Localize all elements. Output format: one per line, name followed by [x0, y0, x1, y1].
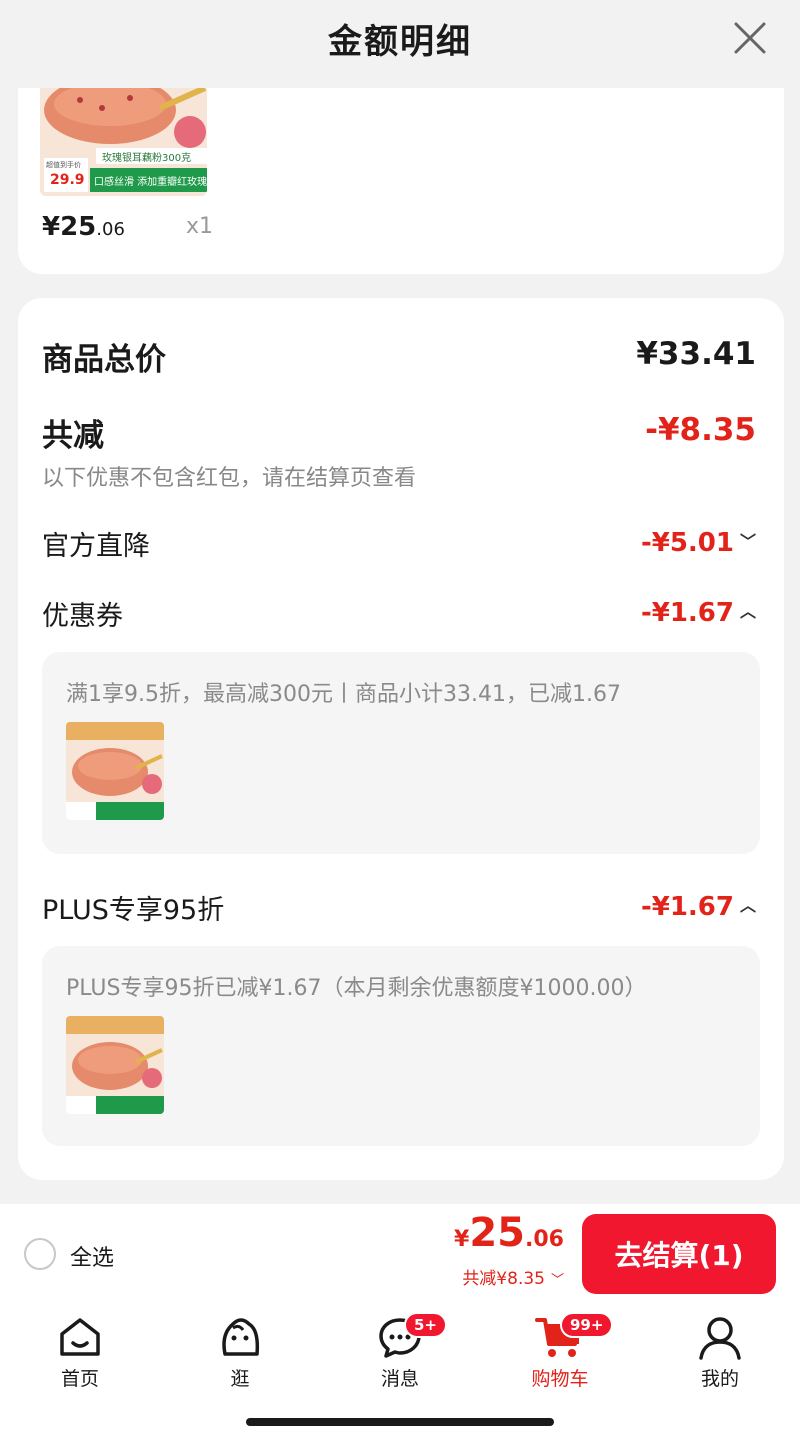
chevron-down-icon: ﹀ [739, 532, 756, 551]
nav-label-browse: 逛 [230, 1368, 250, 1390]
chevron-up-icon: ︿ [739, 602, 756, 621]
select-all-label[interactable]: 全选 [70, 1240, 114, 1272]
chevron-up-icon: ︿ [739, 896, 756, 915]
plus-product-thumb [66, 1016, 164, 1114]
nav-label-home: 首页 [60, 1368, 99, 1390]
nav-label-profile: 我的 [700, 1368, 739, 1390]
official-discount-value: -¥5.01 [640, 528, 734, 558]
discount-note: 以下优惠不包含红包，请在结算页查看 [42, 466, 417, 491]
total-label: 商品总价 [42, 342, 166, 378]
nav-item-messages[interactable]: 消息 5+ [340, 1312, 460, 1398]
product-image-caption: 玫瑰银耳藕粉300克 [102, 153, 192, 164]
coupon-product-thumb [66, 722, 164, 820]
checkout-reduce-text: 共减¥8.35 [462, 1269, 545, 1289]
home-icon [60, 1318, 100, 1356]
page-title: 金额明细 [328, 22, 472, 62]
product-price-dec: .06 [96, 219, 125, 240]
plus-discount-label: PLUS专享95折 [42, 895, 225, 926]
nav-item-cart[interactable]: 购物车 99+ [500, 1312, 620, 1398]
plus-discount-value: -¥1.67 [640, 892, 734, 922]
product-card: 玫瑰银耳藕粉300克 口感丝滑 添加重瓣红玫瑰 超值到手价 29.9 ¥25.0… [18, 88, 784, 274]
chevron-down-icon: ﹀ [550, 1273, 564, 1288]
price-detail-card: 商品总价 ¥33.41 共减 -¥8.35 以下优惠不包含红包，请在结算页查看 … [18, 298, 784, 1180]
product-image-price: 29.9 [50, 172, 85, 188]
profile-icon [699, 1317, 741, 1360]
home-indicator[interactable] [246, 1418, 554, 1426]
checkout-total-price: ¥25.06 [454, 1210, 564, 1256]
nav-item-home[interactable]: 首页 [20, 1314, 140, 1398]
amount-detail-page: 金额明细 玫瑰银耳藕粉300克 口感丝滑 添加重瓣红玫瑰 超值到手价 29.9 … [0, 0, 800, 1440]
product-image-price-label: 超值到手价 [46, 161, 81, 169]
checkout-price-int: 25 [469, 1210, 526, 1256]
plus-detail-box: PLUS专享95折已减¥1.67（本月剩余优惠额度¥1000.00） [42, 946, 760, 1146]
plus-detail-text: PLUS专享95折已减¥1.67（本月剩余优惠额度¥1000.00） [66, 976, 647, 1001]
checkout-reduce[interactable]: 共减¥8.35 ﹀ [462, 1264, 564, 1289]
coupon-detail-text: 满1享9.5折，最高减300元丨商品小计33.41，已减1.67 [66, 682, 621, 707]
product-qty: x1 [186, 214, 214, 239]
header: 金额明细 [0, 0, 800, 88]
browse-icon [222, 1318, 260, 1356]
checkout-price-dec: .06 [525, 1227, 564, 1252]
nav-label-cart: 购物车 [531, 1368, 589, 1390]
close-icon[interactable] [728, 16, 772, 60]
select-all-radio[interactable] [24, 1238, 56, 1270]
product-price: ¥25.06 [42, 212, 125, 242]
official-discount-label: 官方直降 [42, 531, 150, 562]
official-discount-row[interactable]: -¥5.01 ﹀ [641, 528, 756, 558]
plus-discount-row[interactable]: -¥1.67 ︿ [641, 892, 756, 922]
reduce-label: 共减 [42, 418, 104, 454]
nav-item-browse[interactable]: 逛 [180, 1314, 300, 1398]
reduce-value: -¥8.35 [645, 412, 756, 448]
coupon-detail-box: 满1享9.5折，最高减300元丨商品小计33.41，已减1.67 [42, 652, 760, 854]
checkout-button[interactable]: 去结算(1) [582, 1214, 776, 1294]
cart-badge: 99+ [560, 1312, 614, 1338]
product-price-int: ¥25 [42, 212, 97, 242]
coupon-row[interactable]: -¥1.67 ︿ [641, 598, 756, 628]
messages-badge: 5+ [404, 1312, 448, 1338]
nav-item-profile[interactable]: 我的 [660, 1314, 780, 1398]
coupon-label: 优惠券 [42, 601, 123, 632]
product-image-slogan: 口感丝滑 添加重瓣红玫瑰 [94, 177, 207, 188]
total-value: ¥33.41 [636, 336, 756, 372]
checkout-yen: ¥ [454, 1227, 470, 1252]
coupon-value: -¥1.67 [640, 598, 734, 628]
nav-label-messages: 消息 [380, 1368, 419, 1390]
product-image[interactable]: 玫瑰银耳藕粉300克 口感丝滑 添加重瓣红玫瑰 超值到手价 29.9 [40, 88, 207, 196]
checkout-bar: 全选 ¥25.06 共减¥8.35 ﹀ 去结算(1) [0, 1204, 800, 1304]
